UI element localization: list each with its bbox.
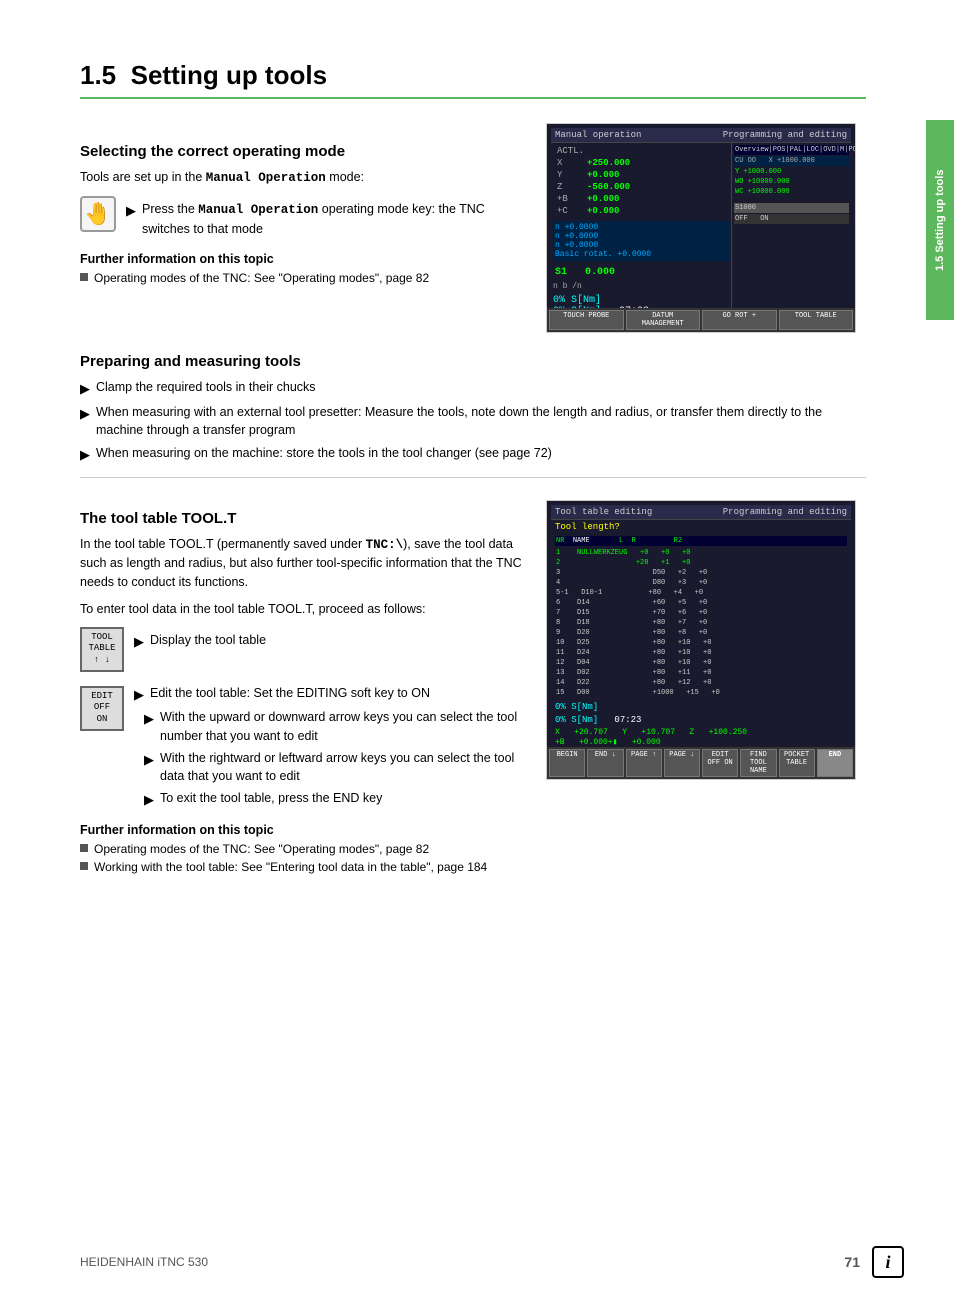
screenshot2-container: Tool table editing Programming and editi… — [546, 490, 866, 891]
section3-further-item-2: Working with the tool table: See "Enteri… — [80, 859, 526, 876]
section1-bold: Manual Operation — [206, 171, 326, 185]
section3-step-edit-sub3: ▶ To exit the tool table, press the END … — [144, 789, 526, 810]
manual-operation-icon: 🤚 — [80, 196, 116, 232]
section3-step-edit-sub2: ▶ With the rightward or leftward arrow k… — [144, 749, 526, 787]
section3-further-info: Further information on this topic Operat… — [80, 823, 526, 877]
section1-heading: Selecting the correct operating mode — [80, 143, 526, 160]
section3-intro2: To enter tool data in the tool table TOO… — [80, 600, 526, 619]
section2-bullet3: ▶ When measuring on the machine: store t… — [80, 444, 866, 465]
section3-heading: The tool table TOOL.T — [80, 510, 526, 527]
section2-bullet2: ▶ When measuring with an external tool p… — [80, 403, 866, 441]
scr2-subheader: Tool length? — [551, 520, 851, 534]
section1-intro: Tools are set up in the Manual Operation… — [80, 168, 526, 188]
section1-further-item-1: Operating modes of the TNC: See "Operati… — [80, 270, 526, 287]
square-bullet-icon-3 — [80, 862, 88, 870]
footer-brand: HEIDENHAIN iTNC 530 — [80, 1255, 208, 1269]
footer-page-number: 71 — [844, 1254, 860, 1270]
section3-further-title: Further information on this topic — [80, 823, 526, 837]
scr1-bottom-bar: TOUCH PROBE DATUM MANAGEMENT GO ROT + TO… — [547, 308, 855, 332]
screenshot2: Tool table editing Programming and editi… — [546, 500, 856, 780]
section1-step1-text: ▶ Press the Manual Operation operating m… — [126, 200, 526, 239]
section1-further-info: Further information on this topic Operat… — [80, 252, 526, 287]
section3-step-edit-title: ▶ Edit the tool table: Set the EDITING s… — [134, 684, 526, 705]
section3-step-display-text: ▶ Display the tool table — [134, 631, 266, 652]
square-bullet-icon — [80, 273, 88, 281]
scr1-header: Manual operation Programming and editing — [551, 128, 851, 143]
info-icon: i — [872, 1246, 904, 1278]
section3-step-edit-sub1: ▶ With the upward or downward arrow keys… — [144, 708, 526, 746]
section3-further-item-1: Operating modes of the TNC: See "Operati… — [80, 841, 526, 858]
edit-icon: EDIT OFF ON — [80, 686, 124, 731]
screenshot1: Manual operation Programming and editing… — [546, 123, 856, 333]
section3-step-display: TOOL TABLE ↑ ↓ ▶ Display the tool table — [80, 627, 526, 672]
square-bullet-icon-2 — [80, 844, 88, 852]
section3-step-edit: EDIT OFF ON ▶ Edit the tool table: Set t… — [80, 680, 526, 813]
section1-further-title: Further information on this topic — [80, 252, 526, 266]
section1-step1: 🤚 ▶ Press the Manual Operation operating… — [80, 196, 526, 243]
section2-bullet1: ▶ Clamp the required tools in their chuc… — [80, 378, 866, 399]
section2-heading: Preparing and measuring tools — [80, 353, 866, 370]
scr2-header: Tool table editing Programming and editi… — [551, 505, 851, 520]
side-tab: 1.5 Setting up tools — [926, 120, 954, 320]
page-footer: HEIDENHAIN iTNC 530 71 i — [80, 1246, 904, 1278]
page-title: 1.5 Setting up tools — [80, 60, 866, 99]
screenshot1-container: Manual operation Programming and editing… — [546, 123, 866, 333]
scr2-bottom-bar: BEGIN END ↓ PAGE ↑ PAGE ↓ EDIT OFF ON FI… — [547, 747, 855, 779]
tool-table-icon: TOOL TABLE ↑ ↓ — [80, 627, 124, 672]
section3-intro1: In the tool table TOOL.T (permanently sa… — [80, 535, 526, 592]
